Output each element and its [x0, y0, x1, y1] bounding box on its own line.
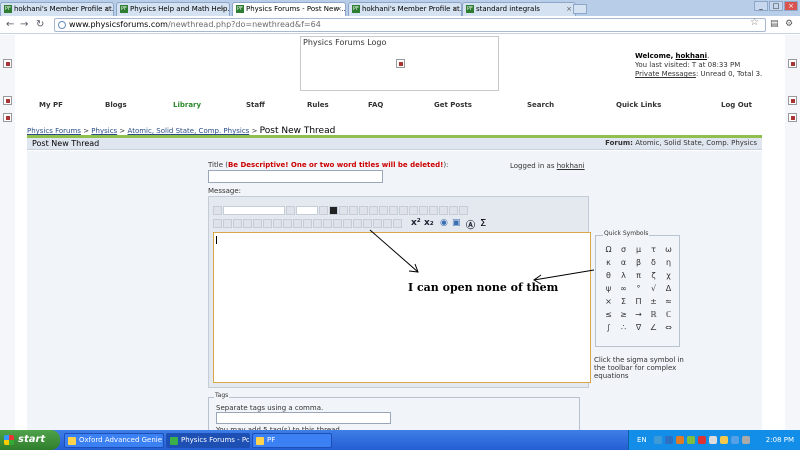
tray-icon[interactable]	[731, 436, 739, 444]
annotation-text: I can open none of them	[408, 281, 559, 294]
tags-hint: Separate tags using a comma.	[216, 404, 324, 412]
arrow-line-left	[369, 229, 419, 273]
tray-icon[interactable]	[709, 436, 717, 444]
taskbar-item-label: Oxford Advanced Genie	[79, 436, 163, 444]
app-icon	[68, 437, 76, 445]
start-button[interactable]: start	[0, 430, 60, 450]
system-tray: EN 2:08 PM	[628, 430, 800, 450]
tray-icon[interactable]	[676, 436, 684, 444]
tray-icon[interactable]	[720, 436, 728, 444]
tray-icon[interactable]	[698, 436, 706, 444]
taskbar-item[interactable]: Oxford Advanced Genie	[64, 433, 164, 448]
tags-title: Tags	[214, 392, 230, 399]
start-label: start	[18, 434, 46, 445]
clock: 2:08 PM	[765, 436, 794, 444]
taskbar-item-label: Physics Forums - Post...	[181, 436, 250, 444]
taskbar-item-active[interactable]: Physics Forums - Post...	[166, 433, 250, 448]
tray-icon[interactable]	[665, 436, 673, 444]
annotation-arrows	[369, 229, 595, 285]
taskbar-item[interactable]: PF	[252, 433, 332, 448]
tray-icon[interactable]	[687, 436, 695, 444]
windows-flag-icon	[4, 435, 14, 445]
arrow-line-right	[533, 269, 595, 281]
speaker-icon[interactable]	[742, 436, 750, 444]
language-indicator[interactable]: EN	[637, 436, 647, 444]
taskbar-item-label: PF	[267, 436, 276, 444]
app-icon	[170, 437, 178, 445]
tray-icon[interactable]	[654, 436, 662, 444]
folder-icon	[256, 437, 264, 445]
tags-input[interactable]	[216, 412, 391, 424]
